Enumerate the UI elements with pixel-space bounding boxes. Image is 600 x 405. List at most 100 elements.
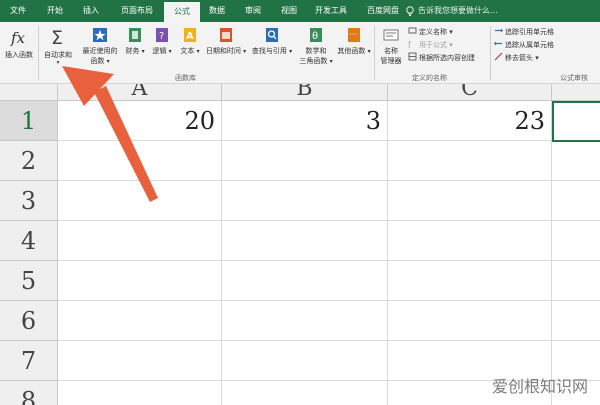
svg-text:···: ···	[350, 30, 358, 39]
ribbon-tab-bar: 文件 开始 插入 页面布局 公式 数据 审阅 视图 开发工具 百度网盘 告诉我您…	[0, 0, 600, 22]
svg-text:θ: θ	[312, 31, 318, 42]
grid-cell[interactable]	[58, 301, 222, 341]
grid-icon	[408, 52, 417, 61]
more-functions-button[interactable]: ··· 其他函数 ▾	[336, 26, 372, 56]
svg-text:A: A	[186, 31, 194, 42]
column-header-d[interactable]	[552, 84, 600, 101]
worksheet-grid: A B C 1 2 3 4 5 6 7 8 20 3 23 爱创根知识网	[0, 84, 600, 405]
financial-button[interactable]: 财务 ▾	[124, 26, 146, 56]
tell-me-box[interactable]: 告诉我您想要做什么...	[406, 0, 498, 22]
grid-cell[interactable]	[58, 181, 222, 221]
tell-me-label: 告诉我您想要做什么...	[418, 6, 498, 15]
fx-icon: fx	[10, 29, 26, 47]
datetime-button[interactable]: 日期和时间 ▾	[204, 26, 248, 56]
cell-b1[interactable]: 3	[222, 101, 388, 141]
row-header-2[interactable]: 2	[0, 141, 58, 181]
grid-cell[interactable]	[222, 221, 388, 261]
more-book-icon: ···	[348, 28, 360, 42]
tab-developer[interactable]: 开发工具	[308, 0, 354, 22]
column-header-c[interactable]: C	[388, 84, 552, 101]
grid-cell[interactable]	[222, 261, 388, 301]
grid-cell[interactable]	[222, 181, 388, 221]
text-functions-button[interactable]: A 文本 ▾	[178, 26, 202, 56]
star-book-icon	[93, 28, 107, 42]
remove-arrows-icon	[494, 52, 503, 61]
tag-icon	[408, 27, 417, 34]
cell-d1-active[interactable]	[552, 101, 600, 142]
tab-page-layout[interactable]: 页面布局	[114, 0, 160, 22]
recent-functions-button[interactable]: 最近使用的 函数 ▾	[80, 26, 120, 66]
insert-function-button[interactable]: fx 插入函数	[2, 26, 36, 60]
tab-file[interactable]: 文件	[4, 0, 32, 22]
tab-home[interactable]: 开始	[40, 0, 70, 22]
sigma-icon: Σ	[51, 27, 63, 48]
use-in-formula-button[interactable]: ƒ 用于公式 ▾	[408, 39, 453, 51]
column-header-a[interactable]: A	[58, 84, 222, 101]
grid-cell[interactable]	[58, 221, 222, 261]
row-header-3[interactable]: 3	[0, 181, 58, 221]
row-header-6[interactable]: 6	[0, 301, 58, 341]
row-header-5[interactable]: 5	[0, 261, 58, 301]
calendar-book-icon	[220, 28, 232, 42]
arrow-left-icon	[494, 41, 502, 46]
chevron-down-icon: ▾	[243, 48, 247, 55]
row-header-1[interactable]: 1	[0, 101, 58, 141]
grid-cell[interactable]	[222, 301, 388, 341]
grid-cell[interactable]	[552, 221, 600, 261]
formula-icon: ƒ	[408, 40, 411, 48]
grid-cell[interactable]	[58, 261, 222, 301]
row-header-7[interactable]: 7	[0, 341, 58, 381]
svg-text:Σ: Σ	[51, 27, 63, 48]
row-header-8[interactable]: 8	[0, 381, 58, 405]
grid-cell[interactable]	[388, 261, 552, 301]
tab-baidu-netdisk[interactable]: 百度网盘	[360, 0, 406, 22]
logical-button[interactable]: ? 逻辑 ▾	[150, 26, 174, 56]
grid-cell[interactable]	[58, 341, 222, 381]
select-all-corner[interactable]	[0, 84, 58, 101]
remove-arrows-button[interactable]: 移去箭头 ▾	[494, 52, 539, 64]
cell-a1[interactable]: 20	[58, 101, 222, 141]
tab-review[interactable]: 审阅	[238, 0, 268, 22]
grid-cell[interactable]	[58, 141, 222, 181]
trace-precedents-button[interactable]: 追踪引用单元格	[494, 26, 554, 38]
defined-names-label: 定义的名称	[412, 74, 447, 82]
define-name-button[interactable]: 定义名称 ▾	[408, 26, 453, 38]
tab-data[interactable]: 数据	[202, 0, 232, 22]
autosum-button[interactable]: Σ 自动求和 ▾	[40, 26, 76, 66]
separator	[38, 26, 39, 80]
grid-cell[interactable]	[222, 341, 388, 381]
financial-book-icon	[129, 28, 141, 42]
chevron-down-icon: ▾	[56, 59, 60, 66]
grid-cell[interactable]	[552, 181, 600, 221]
lookup-button[interactable]: 查找与引用 ▾	[248, 26, 296, 56]
row-header-4[interactable]: 4	[0, 221, 58, 261]
function-library-label: 函数库	[175, 74, 196, 82]
tab-insert[interactable]: 插入	[76, 0, 106, 22]
grid-cell[interactable]	[388, 301, 552, 341]
formula-auditing-label: 公式审核	[560, 74, 588, 82]
svg-text:?: ?	[159, 31, 164, 42]
math-trig-button[interactable]: θ 数学和 三角函数 ▾	[298, 26, 334, 66]
grid-cell[interactable]	[222, 141, 388, 181]
create-from-selection-button[interactable]: 根据所选内容创建	[408, 52, 475, 64]
tab-view[interactable]: 视图	[274, 0, 304, 22]
grid-cell[interactable]	[552, 261, 600, 301]
separator	[374, 26, 375, 80]
chevron-down-icon: ▾	[196, 48, 200, 55]
grid-cell[interactable]	[552, 141, 600, 181]
grid-cell[interactable]	[388, 221, 552, 261]
tab-formulas[interactable]: 公式	[164, 2, 200, 22]
name-manager-button[interactable]: 名称 管理器	[376, 26, 406, 66]
magnifier-book-icon	[266, 28, 278, 42]
cell-c1[interactable]: 23	[388, 101, 552, 141]
grid-cell[interactable]	[552, 301, 600, 341]
chevron-down-icon: ▾	[106, 58, 110, 65]
grid-cell[interactable]	[388, 181, 552, 221]
svg-text:ƒ: ƒ	[408, 40, 411, 48]
grid-cell[interactable]	[388, 141, 552, 181]
text-book-icon: A	[184, 28, 196, 42]
column-header-b[interactable]: B	[222, 84, 388, 101]
grid-cell[interactable]	[58, 381, 222, 405]
trace-dependents-button[interactable]: 追踪从属单元格	[494, 39, 554, 51]
grid-cell[interactable]	[222, 381, 388, 405]
